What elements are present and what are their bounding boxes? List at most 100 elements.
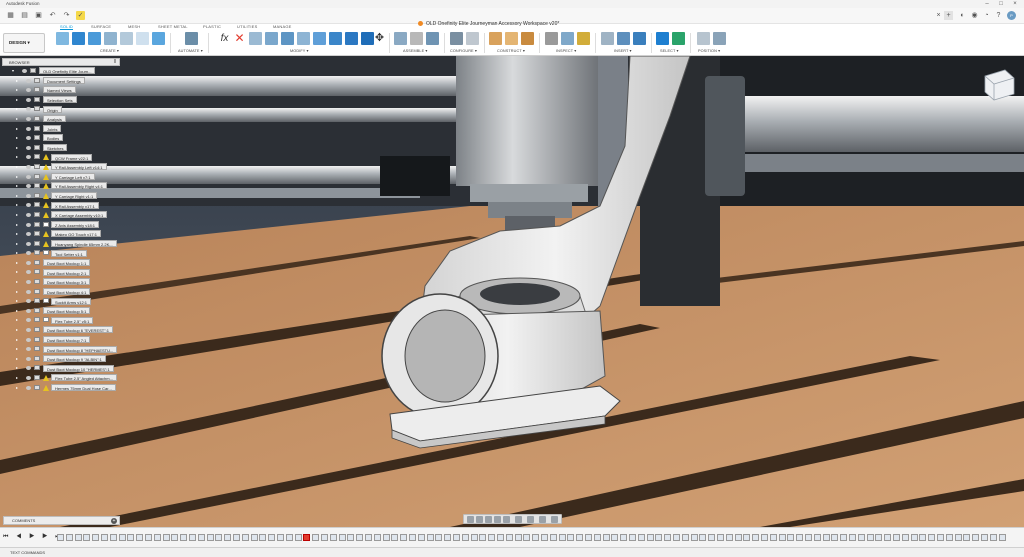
new-component-icon[interactable]	[394, 32, 407, 45]
timeline-feature-icon[interactable]	[954, 534, 962, 541]
table-icon[interactable]	[466, 32, 479, 45]
as-built-joint-icon[interactable]	[426, 32, 439, 45]
timeline-feature-icon[interactable]	[479, 534, 487, 541]
timeline-feature-icon[interactable]	[206, 534, 214, 541]
browser-item[interactable]: ▸ Analysis	[2, 114, 120, 124]
visibility-eye-icon[interactable]	[26, 116, 31, 121]
timeline-feature-icon[interactable]	[250, 534, 258, 541]
timeline-feature-icon[interactable]	[180, 534, 188, 541]
visibility-eye-icon[interactable]	[26, 241, 31, 246]
assemble-group-label[interactable]: ASSEMBLE ▾	[403, 48, 427, 53]
modify-group-label[interactable]: MODIFY ▾	[290, 48, 308, 53]
browser-item[interactable]: ▸ Dust Boot Mockup 9 "ALBIN":1	[2, 354, 120, 364]
expand-icon[interactable]: ▸	[16, 181, 18, 191]
expand-icon[interactable]: ▸	[16, 315, 18, 325]
zoom-icon[interactable]	[494, 516, 501, 523]
expand-icon[interactable]: ▸	[16, 200, 18, 210]
timeline-feature-icon[interactable]	[329, 534, 337, 541]
expand-icon[interactable]: ▸	[16, 229, 18, 239]
timeline-feature-icon[interactable]	[136, 534, 144, 541]
expand-icon[interactable]: ▸	[16, 114, 18, 124]
fillet-icon[interactable]	[265, 32, 278, 45]
timeline-feature-icon[interactable]	[893, 534, 900, 541]
job-status-icon[interactable]: ◐	[958, 11, 967, 20]
browser-item[interactable]: ▸ Named Views	[2, 85, 120, 95]
automate-icon[interactable]	[185, 32, 198, 45]
timeline-feature-icon[interactable]	[303, 534, 311, 541]
timeline-feature-icon[interactable]	[532, 534, 540, 541]
timeline-feature-icon[interactable]	[769, 534, 777, 541]
expand-icon[interactable]: ▸	[16, 373, 18, 383]
timeline-feature-icon[interactable]	[813, 534, 821, 541]
browser-item[interactable]: ▸ Sketches	[2, 143, 120, 153]
extrude-icon[interactable]	[72, 32, 85, 45]
expand-icon[interactable]: ▸	[16, 85, 18, 95]
delete-icon[interactable]: ✕	[233, 32, 246, 45]
visibility-eye-icon[interactable]	[26, 88, 31, 93]
expand-icon[interactable]: ▸	[16, 191, 18, 201]
browser-item[interactable]: ▸ Document Settings	[2, 76, 120, 86]
look-at-icon[interactable]	[476, 516, 483, 523]
browser-item[interactable]: ▸ Dust Boot Mockup 4:1	[2, 287, 120, 297]
timeline-feature-icon[interactable]	[83, 534, 91, 541]
browser-item[interactable]: ▸ Huanyang Spindle 65mm 2.2K...	[2, 239, 120, 249]
timeline-feature-icon[interactable]	[197, 534, 205, 541]
workspace-switcher[interactable]: DESIGN ▾	[3, 33, 45, 53]
timeline-feature-icon[interactable]	[778, 534, 786, 541]
browser-item[interactable]: ▸ Bodies	[2, 133, 120, 143]
notifications-icon[interactable]: ◔	[982, 11, 991, 20]
help-icon[interactable]: ?	[994, 11, 1003, 20]
visibility-eye-icon[interactable]	[26, 385, 31, 390]
timeline-feature-icon[interactable]	[224, 534, 232, 541]
expand-icon[interactable]: ▸	[16, 277, 18, 287]
visibility-eye-icon[interactable]	[26, 174, 31, 179]
browser-header[interactable]: BROWSER ‖	[2, 58, 120, 66]
display-settings-icon[interactable]	[515, 516, 522, 523]
timeline-feature-icon[interactable]	[901, 534, 909, 541]
timeline-feature-icon[interactable]	[109, 534, 117, 541]
timeline-feature-icon[interactable]	[241, 534, 249, 541]
timeline-feature-icon[interactable]	[822, 534, 830, 541]
visibility-eye-icon[interactable]	[26, 280, 31, 285]
expand-icon[interactable]: ▸	[16, 76, 18, 86]
timeline-feature-icon[interactable]	[417, 534, 425, 541]
timeline-feature-icon[interactable]	[514, 534, 522, 541]
timeline-feature-icon[interactable]	[365, 534, 372, 541]
expand-icon[interactable]: ▸	[16, 258, 18, 268]
browser-item[interactable]: ▸ Dust Boot Mockup 5:1	[2, 306, 120, 316]
configure-icon[interactable]	[450, 32, 463, 45]
timeline-feature-icon[interactable]	[646, 534, 654, 541]
timeline-feature-icon[interactable]	[321, 534, 328, 541]
insert-derive-icon[interactable]	[601, 32, 614, 45]
timeline-feature-icon[interactable]	[664, 534, 672, 541]
user-avatar[interactable]: P	[1007, 11, 1016, 20]
timeline-feature-icon[interactable]	[189, 534, 196, 541]
browser-item[interactable]: ▸ Suckit Arms v12:1	[2, 296, 120, 306]
timeline-feature-icon[interactable]	[576, 534, 584, 541]
timeline-feature-icon[interactable]	[426, 534, 434, 541]
timeline-feature-icon[interactable]	[629, 534, 636, 541]
timeline-feature-icon[interactable]	[400, 534, 408, 541]
timeline-feature-icon[interactable]	[294, 534, 302, 541]
midplane-icon[interactable]	[521, 32, 534, 45]
timeline-feature-icon[interactable]	[153, 534, 161, 541]
visibility-eye-icon[interactable]	[26, 299, 31, 304]
timeline-feature-icon[interactable]	[268, 534, 276, 541]
pattern-icon[interactable]	[120, 32, 133, 45]
mirror-icon[interactable]	[136, 32, 149, 45]
shell-icon[interactable]	[297, 32, 310, 45]
timeline-feature-icon[interactable]	[101, 534, 108, 541]
timeline-feature-icon[interactable]	[497, 534, 504, 541]
comments-panel[interactable]: COMMENTS +	[3, 516, 120, 525]
timeline-feature-icon[interactable]	[866, 534, 874, 541]
browser-item[interactable]: ▸ Dust Boot Mockup 6 "EVEREST":1	[2, 325, 120, 335]
file-menu-icon[interactable]: ▤	[20, 11, 29, 20]
timeline-feature-icon[interactable]	[277, 534, 284, 541]
visibility-eye-icon[interactable]	[26, 366, 31, 371]
undo-icon[interactable]: ↶	[48, 11, 57, 20]
visibility-eye-icon[interactable]	[26, 328, 31, 333]
visibility-eye-icon[interactable]	[26, 136, 31, 141]
expand-icon[interactable]: ▸	[16, 162, 18, 172]
timeline-feature-icon[interactable]	[162, 534, 170, 541]
visibility-eye-icon[interactable]	[26, 232, 31, 237]
